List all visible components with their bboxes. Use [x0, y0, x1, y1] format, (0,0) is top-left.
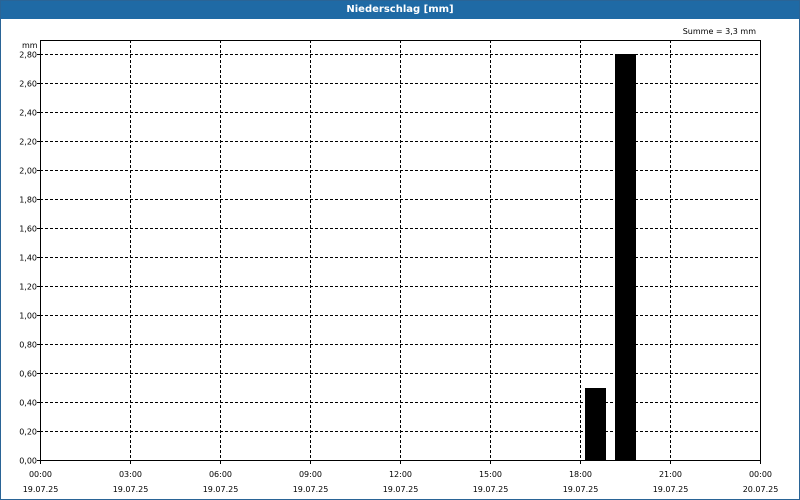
x-tick-time-label: 00:00 [29, 470, 52, 479]
x-tick-date-label: 19.07.25 [23, 485, 59, 494]
y-tick-label: 0,20 [19, 428, 37, 437]
y-tick-label: 2,60 [19, 80, 37, 89]
precipitation-bar [615, 54, 636, 460]
y-axis-unit-label: mm [22, 41, 38, 50]
y-tick-label: 0,40 [19, 399, 37, 408]
y-tick-label: 2,20 [19, 138, 37, 147]
x-tick-time-label: 06:00 [209, 470, 232, 479]
x-tick-date-label: 19.07.25 [563, 485, 599, 494]
y-tick-label: 1,40 [19, 254, 37, 263]
y-tick-label: 1,60 [19, 225, 37, 234]
precipitation-bar [585, 388, 606, 460]
x-tick-time-label: 21:00 [659, 470, 682, 479]
y-tick-label: 1,20 [19, 283, 37, 292]
y-tick-label: 2,40 [19, 109, 37, 118]
y-tick-label: 2,80 [19, 51, 37, 60]
x-tick-time-label: 09:00 [299, 470, 322, 479]
x-tick-date-label: 19.07.25 [383, 485, 419, 494]
sum-annotation: Summe = 3,3 mm [683, 27, 757, 36]
x-tick-time-label: 15:00 [479, 470, 502, 479]
x-tick-date-label: 19.07.25 [473, 485, 509, 494]
y-tick-label: 0,80 [19, 341, 37, 350]
x-axis-ticks: 00:00 19.07.25 03:00 19.07.25 06:00 19.07.25 0… [23, 460, 779, 494]
y-tick-label: 0,00 [19, 457, 37, 466]
grid-layer [40, 40, 760, 460]
y-tick-label: 1,80 [19, 196, 37, 205]
x-tick-time-label: 00:00 [749, 470, 772, 479]
x-tick-date-label: 19.07.25 [293, 485, 329, 494]
y-axis-ticks: 0,00 0,20 0,40 0,60 0,80 1,00 1,20 1,40 1,60 1,80… [19, 51, 40, 466]
chart-canvas: 0,00 0,20 0,40 0,60 0,80 1,00 1,20 1,40 1,60 1,80… [19, 27, 779, 494]
x-tick-date-label: 19.07.25 [653, 485, 689, 494]
y-tick-label: 0,60 [19, 370, 37, 379]
y-tick-label: 2,00 [19, 167, 37, 176]
x-tick-date-label: 19.07.25 [113, 485, 149, 494]
x-tick-time-label: 18:00 [569, 470, 592, 479]
x-tick-date-label: 19.07.25 [203, 485, 239, 494]
y-tick-label: 1,00 [19, 312, 37, 321]
x-tick-date-label: 20.07.25 [743, 485, 779, 494]
x-tick-time-label: 12:00 [389, 470, 412, 479]
x-tick-time-label: 03:00 [119, 470, 142, 479]
